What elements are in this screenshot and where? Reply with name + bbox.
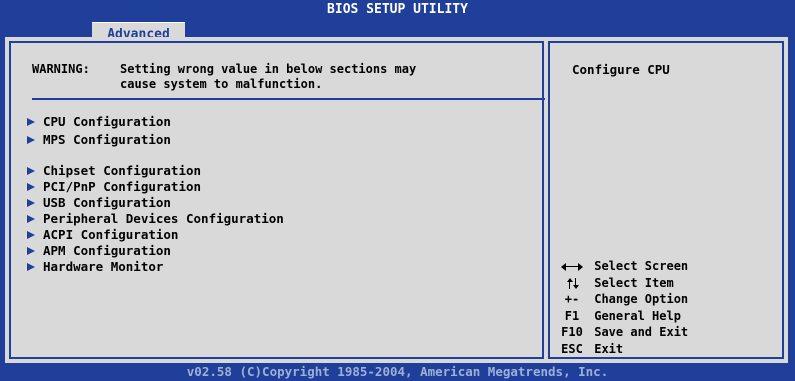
legend-row: Select Item	[557, 275, 688, 292]
submenu-arrow-icon	[27, 198, 35, 207]
submenu-arrow-icon	[27, 246, 35, 255]
menu-item-label: Peripheral Devices Configuration	[43, 211, 284, 226]
copyright-footer: v02.58 (C)Copyright 1985-2004, American …	[186, 364, 609, 379]
legend-row: F10 Save and Exit	[557, 324, 688, 341]
legend-action: Select Item	[594, 275, 674, 290]
menu-item-label: PCI/PnP Configuration	[43, 179, 202, 194]
window-title: BIOS SETUP UTILITY	[327, 2, 468, 17]
submenu-arrow-icon	[27, 230, 35, 239]
legend-action: Select Screen	[594, 259, 689, 273]
legend-key: +-	[564, 292, 580, 306]
main-frame: WARNING: Setting wrong value in below se…	[5, 37, 788, 363]
menu-item-label: USB Configuration	[43, 195, 171, 210]
submenu-arrow-icon	[27, 135, 35, 144]
legend-action: Change Option	[594, 292, 689, 306]
settings-panel: WARNING: Setting wrong value in below se…	[9, 41, 545, 359]
legend-row: +- Change Option	[557, 291, 688, 308]
legend-action: Exit	[594, 341, 624, 356]
legend-key: F10	[561, 325, 583, 339]
menu-item-hardware-monitor[interactable]: Hardware Monitor	[27, 259, 163, 275]
submenu-arrow-icon	[27, 214, 35, 223]
submenu-arrow-icon	[27, 117, 35, 126]
menu-item-label: Hardware Monitor	[43, 259, 164, 274]
menu-item-label: MPS Configuration	[43, 132, 171, 147]
submenu-arrow-icon	[27, 166, 35, 175]
legend-action: General Help	[594, 308, 681, 323]
menu-item-apm-configuration[interactable]: APM Configuration	[27, 243, 171, 259]
up-down-arrow-icon	[566, 277, 579, 289]
warning-line-2: cause system to malfunction.	[120, 77, 323, 91]
submenu-arrow-icon	[27, 262, 35, 271]
legend-key: ESC	[561, 341, 583, 356]
divider	[32, 98, 545, 100]
left-right-arrow-icon	[561, 262, 583, 271]
menu-item-pcipnp-configuration[interactable]: PCI/PnP Configuration	[27, 179, 201, 195]
key-legend: Select Screen Select Item +- Change Opti…	[557, 258, 688, 357]
menu-item-acpi-configuration[interactable]: ACPI Configuration	[27, 227, 178, 243]
legend-key: F1	[564, 308, 580, 323]
menu-item-cpu-configuration[interactable]: CPU Configuration	[27, 114, 171, 130]
legend-row: ESC Exit	[557, 341, 688, 358]
warning-text: Setting wrong value in below sections ma…	[120, 62, 520, 92]
menu-item-usb-configuration[interactable]: USB Configuration	[27, 195, 171, 211]
menu-item-mps-configuration[interactable]: MPS Configuration	[27, 132, 171, 148]
menu-item-peripheral-devices-configuration[interactable]: Peripheral Devices Configuration	[27, 211, 284, 227]
menu-item-label: CPU Configuration	[43, 114, 171, 129]
legend-action: Save and Exit	[594, 325, 689, 339]
help-panel: Configure CPU Select Screen Select Item …	[548, 41, 784, 359]
menu-item-chipset-configuration[interactable]: Chipset Configuration	[27, 163, 201, 179]
menu-item-label: ACPI Configuration	[43, 227, 179, 242]
menu-item-label: APM Configuration	[43, 243, 171, 258]
warning-label: WARNING:	[32, 62, 90, 76]
legend-row: F1 General Help	[557, 308, 688, 325]
submenu-arrow-icon	[27, 182, 35, 191]
warning-line-1: Setting wrong value in below sections ma…	[120, 62, 417, 76]
legend-row: Select Screen	[557, 258, 688, 275]
help-text: Configure CPU	[572, 62, 670, 77]
menu-item-label: Chipset Configuration	[43, 163, 202, 178]
